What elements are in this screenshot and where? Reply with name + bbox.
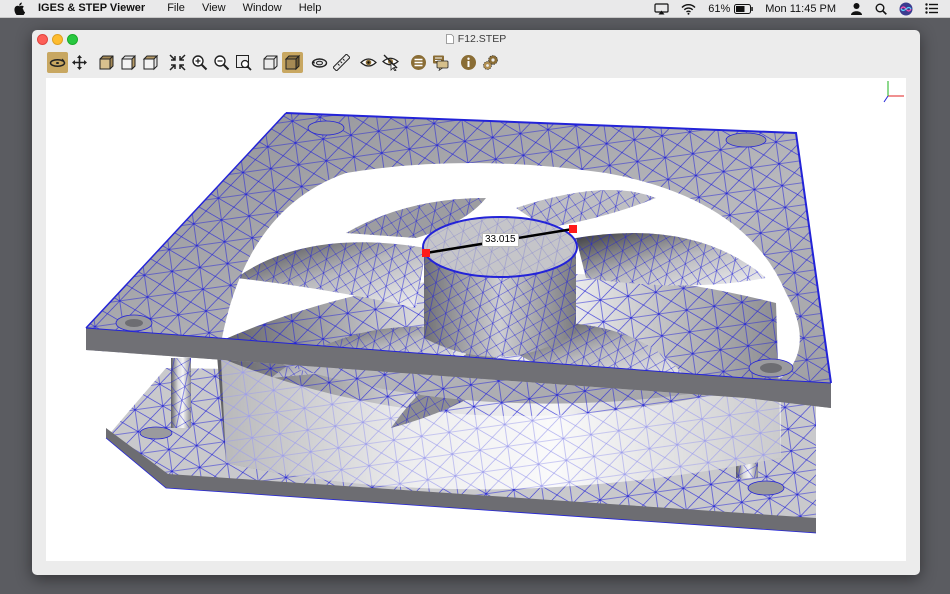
iso-view-icon xyxy=(142,54,159,71)
pan-icon xyxy=(72,55,87,70)
rotate-model-icon xyxy=(311,58,328,68)
apple-menu-icon[interactable] xyxy=(14,2,26,15)
rotate-view-button[interactable] xyxy=(47,52,68,73)
measurement-label: 33.015 xyxy=(482,233,519,247)
fan-model-render[interactable] xyxy=(46,78,906,561)
list-button[interactable] xyxy=(408,52,429,73)
pan-view-button[interactable] xyxy=(69,52,90,73)
info-icon xyxy=(461,55,476,70)
clock[interactable]: Mon 11:45 PM xyxy=(765,0,836,17)
zoom-in-button[interactable] xyxy=(189,52,210,73)
comments-icon xyxy=(433,55,449,71)
axis-triad xyxy=(883,81,904,103)
front-view-icon xyxy=(99,55,114,70)
shaded-mode-button[interactable] xyxy=(282,52,303,73)
notification-center-icon[interactable] xyxy=(925,0,938,17)
airplay-icon[interactable] xyxy=(654,0,669,17)
show-button[interactable] xyxy=(358,52,379,73)
shaded-cube-icon xyxy=(284,54,301,71)
siri-icon[interactable] xyxy=(899,0,913,17)
view-menu[interactable]: View xyxy=(202,0,226,17)
rotate-model-button[interactable] xyxy=(309,52,330,73)
comments-button[interactable] xyxy=(430,52,451,73)
info-button[interactable] xyxy=(458,52,479,73)
window-title: F12.STEP xyxy=(457,32,507,45)
zoom-window-icon xyxy=(236,55,252,71)
zoom-button[interactable] xyxy=(67,34,78,45)
close-button[interactable] xyxy=(37,34,48,45)
wifi-icon[interactable] xyxy=(681,0,696,17)
app-name-menu[interactable]: IGES & STEP Viewer xyxy=(38,0,145,17)
settings-button[interactable] xyxy=(480,52,501,73)
wireframe-mode-button[interactable] xyxy=(260,52,281,73)
measure-point-start[interactable] xyxy=(422,249,430,257)
spotlight-search-icon[interactable] xyxy=(875,0,887,17)
battery-percent: 61% xyxy=(708,2,731,15)
help-menu[interactable]: Help xyxy=(299,0,322,17)
model-viewport[interactable]: 33.015 xyxy=(46,78,906,561)
measure-button[interactable] xyxy=(331,52,352,73)
iso-view-button[interactable] xyxy=(140,52,161,73)
document-icon xyxy=(445,33,454,44)
hide-button[interactable] xyxy=(380,52,401,73)
measure-ruler-icon xyxy=(333,54,350,71)
file-menu[interactable]: File xyxy=(167,0,185,17)
fit-all-icon xyxy=(169,54,186,71)
show-eye-icon xyxy=(360,58,377,67)
measure-point-end[interactable] xyxy=(569,225,577,233)
zoom-out-button[interactable] xyxy=(211,52,232,73)
viewer-window: F12.STEP 33.015 xyxy=(32,30,920,575)
side-view-button[interactable] xyxy=(118,52,139,73)
zoom-in-icon xyxy=(192,55,208,71)
rotate-icon xyxy=(49,58,66,68)
window-menu[interactable]: Window xyxy=(243,0,282,17)
front-view-button[interactable] xyxy=(96,52,117,73)
battery-icon xyxy=(734,3,754,14)
zoom-window-button[interactable] xyxy=(233,52,254,73)
battery-status[interactable]: 61% xyxy=(708,2,754,15)
title-bar[interactable]: F12.STEP xyxy=(32,30,920,47)
settings-gears-icon xyxy=(483,55,498,70)
side-view-icon xyxy=(121,54,136,71)
zoom-out-icon xyxy=(214,55,230,71)
hide-eye-icon xyxy=(382,54,399,71)
menu-bar: IGES & STEP Viewer File View Window Help… xyxy=(0,0,950,18)
fit-all-button[interactable] xyxy=(167,52,188,73)
minimize-button[interactable] xyxy=(52,34,63,45)
wireframe-cube-icon xyxy=(263,55,278,70)
user-icon[interactable] xyxy=(850,0,863,17)
list-icon xyxy=(411,55,426,70)
toolbar xyxy=(32,47,920,77)
